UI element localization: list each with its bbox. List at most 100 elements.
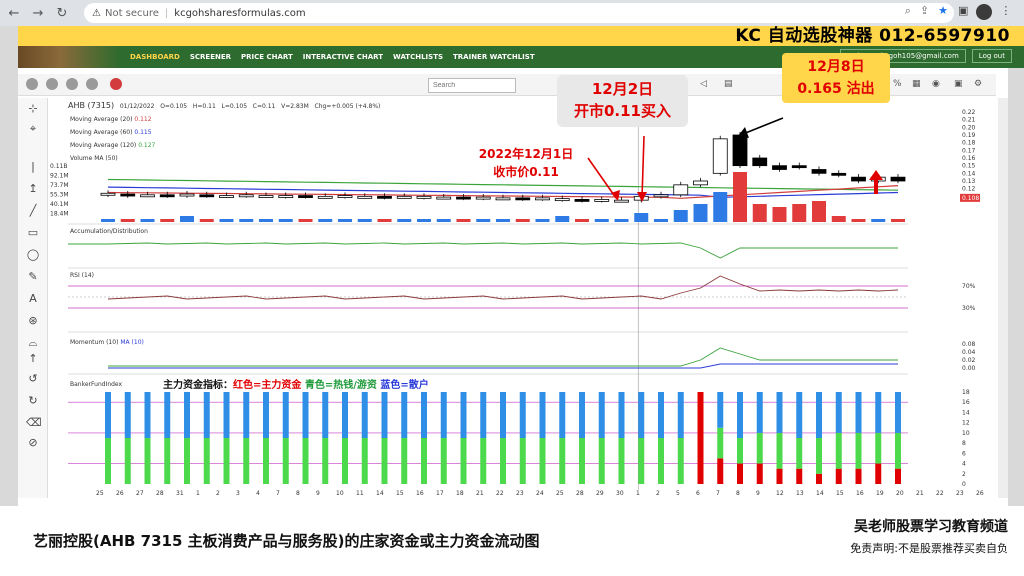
- x-axis-label: 11: [356, 490, 364, 497]
- search-icon[interactable]: ⌕: [905, 4, 911, 18]
- left-margin: [0, 26, 18, 506]
- zoom-in-icon[interactable]: [26, 78, 38, 90]
- star-icon[interactable]: ★: [938, 4, 948, 18]
- ellipse-icon[interactable]: ◯: [26, 248, 40, 261]
- x-axis-label: 25: [556, 490, 564, 497]
- x-axis-label: 1: [196, 490, 200, 497]
- avatar[interactable]: [976, 4, 993, 20]
- trendline-icon[interactable]: ╱: [26, 204, 40, 217]
- volume-bar: [199, 219, 214, 222]
- x-axis-label: 9: [756, 490, 760, 497]
- zoom-out-icon[interactable]: [46, 78, 58, 90]
- nav-watchlists[interactable]: WATCHLISTS: [393, 53, 443, 61]
- x-axis-label: 22: [936, 490, 944, 497]
- callout-dec1: 2022年12月1日 收市价0.11: [467, 145, 585, 183]
- banker-bar-g: [164, 438, 171, 484]
- nav-price-chart[interactable]: PRICE CHART: [241, 53, 293, 61]
- extension-icon[interactable]: ▣: [958, 4, 968, 20]
- candle-body: [436, 196, 452, 200]
- x-axis-label: 24: [536, 490, 544, 497]
- banker-bar-g: [895, 432, 901, 469]
- grid-icon[interactable]: ▦: [912, 79, 921, 89]
- share-icon[interactable]: ⇪: [920, 4, 929, 18]
- site-logo[interactable]: KC: [0, 46, 120, 68]
- banker-bar-b: [638, 392, 645, 438]
- volume-bar: [772, 207, 787, 222]
- settings-icon[interactable]: ⚙: [974, 79, 982, 89]
- redo-icon[interactable]: ↻: [26, 394, 40, 407]
- pan-left-icon[interactable]: [66, 78, 78, 90]
- low-label: L=0.105: [221, 103, 248, 110]
- banker-bar-r: [697, 392, 704, 484]
- eraser-icon[interactable]: ⌫: [26, 416, 42, 429]
- x-axis-label: 14: [816, 490, 824, 497]
- menu-icon[interactable]: ⋮: [1000, 4, 1011, 20]
- pan-right-icon[interactable]: [86, 78, 98, 90]
- url-text: kcgohsharesformulas.com: [174, 7, 306, 19]
- banker-bar-g: [184, 438, 190, 484]
- banker-bar-r: [756, 463, 763, 484]
- banker-bar-b: [796, 392, 803, 438]
- address-bar[interactable]: ⚠ Not secure | kcgohsharesformulas.com ⌕…: [84, 3, 954, 23]
- volume-bar: [120, 219, 135, 222]
- record-icon[interactable]: [110, 78, 122, 90]
- banker-legend: 主力资金指标：红色=主力资金 青色=热钱/游资 蓝色=散户: [163, 376, 429, 391]
- forward-icon[interactable]: →: [28, 3, 48, 23]
- vertical-line-icon[interactable]: |: [26, 160, 40, 173]
- x-axis-label: 13: [796, 490, 804, 497]
- volume-bar: [515, 219, 530, 222]
- banker-bar-b: [460, 392, 467, 438]
- back-icon[interactable]: ←: [4, 3, 24, 23]
- banker-bar-g: [460, 438, 467, 484]
- reload-icon[interactable]: ↻: [52, 3, 72, 23]
- rectangle-icon[interactable]: ▭: [26, 226, 40, 239]
- undo-icon[interactable]: ↺: [26, 372, 40, 385]
- candle-body: [574, 199, 590, 202]
- banker-axis-label: 10: [962, 430, 970, 437]
- x-axis-label: 26: [976, 490, 984, 497]
- nav-dashboard[interactable]: DASHBOARD: [130, 53, 180, 61]
- arc-icon[interactable]: ⌓: [26, 336, 40, 350]
- pencil-icon[interactable]: ✎: [26, 270, 40, 283]
- candle-body: [475, 196, 491, 200]
- notes-icon[interactable]: ▤: [724, 79, 733, 89]
- promo-banner-text: KC 自动选股神器 012-6597910: [735, 26, 1010, 46]
- chart-header: AHB (7315) 01/12/2022 O=0.105 H=0.11 L=0…: [68, 101, 380, 110]
- banker-bar-g: [263, 438, 269, 484]
- arrow-up-icon[interactable]: ↑: [26, 352, 40, 365]
- camera-icon[interactable]: ▣: [954, 79, 963, 89]
- banker-bar-g: [421, 438, 427, 484]
- horizontal-ray-icon[interactable]: ↥: [26, 182, 40, 195]
- cursor-icon[interactable]: ⌖: [26, 122, 40, 136]
- percent-icon[interactable]: %: [893, 79, 902, 89]
- sound-icon[interactable]: ◁: [700, 79, 707, 89]
- callout-dec8: 12月8日 0.165 沽出: [782, 53, 890, 103]
- banker-bar-b: [835, 392, 842, 433]
- chart-scrollbar[interactable]: [998, 98, 1008, 498]
- clear-icon[interactable]: ⊘: [26, 436, 40, 449]
- banker-axis-label: 16: [962, 399, 970, 406]
- fib-icon[interactable]: ⊛: [26, 314, 40, 327]
- text-tool-icon[interactable]: A: [26, 292, 40, 305]
- banker-bar-r: [717, 458, 724, 484]
- x-axis-label: 23: [956, 490, 964, 497]
- candle-body: [456, 196, 471, 200]
- crosshair-icon[interactable]: ⊹: [26, 102, 40, 115]
- nav-screener[interactable]: SCREENER: [190, 53, 231, 61]
- nav-trainer-watchlist[interactable]: TRAINER WATCHLIST: [453, 53, 535, 61]
- candle-body: [140, 194, 155, 198]
- eye-icon[interactable]: ◉: [932, 79, 940, 89]
- banker-bar-b: [737, 392, 743, 438]
- banker-bar-b: [144, 392, 151, 438]
- candle-body: [594, 199, 610, 202]
- volume-bar: [417, 219, 431, 222]
- site-nav-links: DASHBOARD SCREENER PRICE CHART INTERACTI…: [130, 46, 535, 68]
- banker-bar-g: [579, 438, 585, 484]
- logout-button[interactable]: Log out: [971, 49, 1012, 63]
- nav-interactive-chart[interactable]: INTERACTIVE CHART: [303, 53, 383, 61]
- symbol-search-input[interactable]: [428, 78, 516, 93]
- volume-bar: [397, 219, 412, 222]
- banker-bar-b: [895, 392, 901, 433]
- x-axis-label: 10: [336, 490, 344, 497]
- x-axis-label: 2: [656, 490, 660, 497]
